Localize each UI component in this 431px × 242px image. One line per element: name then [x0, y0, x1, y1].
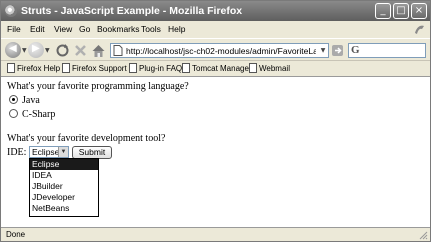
- menu-edit[interactable]: Edit: [30, 24, 45, 34]
- status-text: Done: [6, 230, 26, 239]
- menu-view[interactable]: View: [54, 24, 72, 34]
- ide-option-idea[interactable]: IDEA: [30, 170, 98, 181]
- language-question: What's your favorite programming languag…: [7, 81, 189, 92]
- bookmark-page-icon: [182, 63, 190, 73]
- ide-selected-value: Eclipse: [32, 147, 60, 157]
- forward-arrow-icon: ▶: [32, 43, 40, 54]
- radio-java[interactable]: Java: [9, 95, 40, 106]
- page-content: What's your favorite programming languag…: [1, 76, 430, 227]
- ide-option-eclipse[interactable]: Eclipse: [30, 159, 98, 170]
- page-icon: [113, 45, 123, 56]
- resize-grip-icon[interactable]: [418, 230, 428, 240]
- browser-window: Struts - JavaScript Example - Mozilla Fi…: [0, 0, 431, 242]
- minimize-button[interactable]: _: [375, 3, 391, 19]
- back-button[interactable]: ◀: [5, 42, 21, 58]
- bookmark-tomcat-manager[interactable]: Tomcat Manager: [182, 63, 252, 73]
- tool-question: What's your favorite development tool?: [7, 133, 166, 144]
- maximize-button[interactable]: □: [393, 3, 409, 19]
- google-search-icon: G: [351, 44, 360, 56]
- bookmark-label: Firefox Help: [17, 64, 61, 73]
- radio-button[interactable]: [9, 109, 18, 118]
- ide-option-jdeveloper[interactable]: JDeveloper: [30, 192, 98, 203]
- radio-button-checked[interactable]: [9, 95, 18, 104]
- menu-file[interactable]: File: [7, 24, 21, 34]
- ide-option-jbuilder[interactable]: JBuilder: [30, 181, 98, 192]
- bookmark-firefox-support[interactable]: Firefox Support: [62, 63, 127, 73]
- bookmark-firefox-help[interactable]: Firefox Help: [7, 63, 60, 73]
- close-button[interactable]: ×: [411, 3, 427, 19]
- bookmark-label: Firefox Support: [72, 64, 127, 73]
- bookmark-page-icon: [129, 63, 137, 73]
- radio-label: C-Sharp: [22, 109, 56, 120]
- go-icon[interactable]: [331, 43, 344, 58]
- stop-icon[interactable]: [73, 43, 88, 58]
- bookmark-label: Webmail: [259, 64, 290, 73]
- window-title: Struts - JavaScript Example - Mozilla Fi…: [21, 5, 243, 17]
- search-input[interactable]: G: [348, 43, 426, 58]
- radio-csharp[interactable]: C-Sharp: [9, 109, 55, 120]
- ide-dropdown-list: Eclipse IDEA JBuilder JDeveloper NetBean…: [29, 158, 99, 217]
- ide-label: IDE:: [7, 147, 27, 158]
- bookmark-page-icon: [62, 63, 70, 73]
- address-url: http://localhost/jsc-ch02-modules/admin/…: [126, 46, 316, 56]
- menu-go[interactable]: Go: [79, 24, 90, 34]
- menu-bookmarks[interactable]: Bookmarks: [97, 24, 140, 34]
- bookmark-label: Tomcat Manager: [192, 64, 252, 73]
- reload-icon[interactable]: [55, 43, 70, 58]
- bookmarks-toolbar: Firefox Help Firefox Support Plug-in FAQ…: [1, 60, 430, 75]
- back-history-dropdown-icon[interactable]: ▼: [22, 47, 27, 54]
- back-arrow-icon: ◀: [9, 43, 17, 54]
- address-bar[interactable]: http://localhost/jsc-ch02-modules/admin/…: [110, 43, 329, 58]
- ide-select[interactable]: Eclipse ▼: [29, 146, 69, 158]
- navigation-toolbar: ◀ ▼ ▶ ▼ http://localhost/jsc-ch02-module…: [1, 38, 430, 60]
- throbber-icon: [415, 25, 424, 34]
- bookmark-page-icon: [7, 63, 15, 73]
- home-icon[interactable]: [91, 43, 106, 58]
- menu-help[interactable]: Help: [168, 24, 185, 34]
- firefox-icon: [5, 5, 17, 17]
- url-history-dropdown-icon[interactable]: ▼: [318, 44, 328, 57]
- ide-option-netbeans[interactable]: NetBeans: [30, 203, 98, 214]
- forward-button[interactable]: ▶: [28, 42, 44, 58]
- bookmark-label: Plug-in FAQ: [139, 64, 183, 73]
- radio-label: Java: [22, 95, 40, 106]
- chevron-down-icon[interactable]: ▼: [58, 147, 68, 157]
- title-bar: Struts - JavaScript Example - Mozilla Fi…: [1, 1, 430, 21]
- menu-tools[interactable]: Tools: [141, 24, 161, 34]
- bookmark-plugin-faq[interactable]: Plug-in FAQ: [129, 63, 182, 73]
- bookmark-page-icon: [249, 63, 257, 73]
- menu-bar: File Edit View Go Bookmarks Tools Help: [1, 21, 430, 38]
- bookmark-webmail[interactable]: Webmail: [249, 63, 290, 73]
- status-bar: Done: [1, 227, 430, 241]
- forward-history-dropdown-icon[interactable]: ▼: [45, 47, 50, 54]
